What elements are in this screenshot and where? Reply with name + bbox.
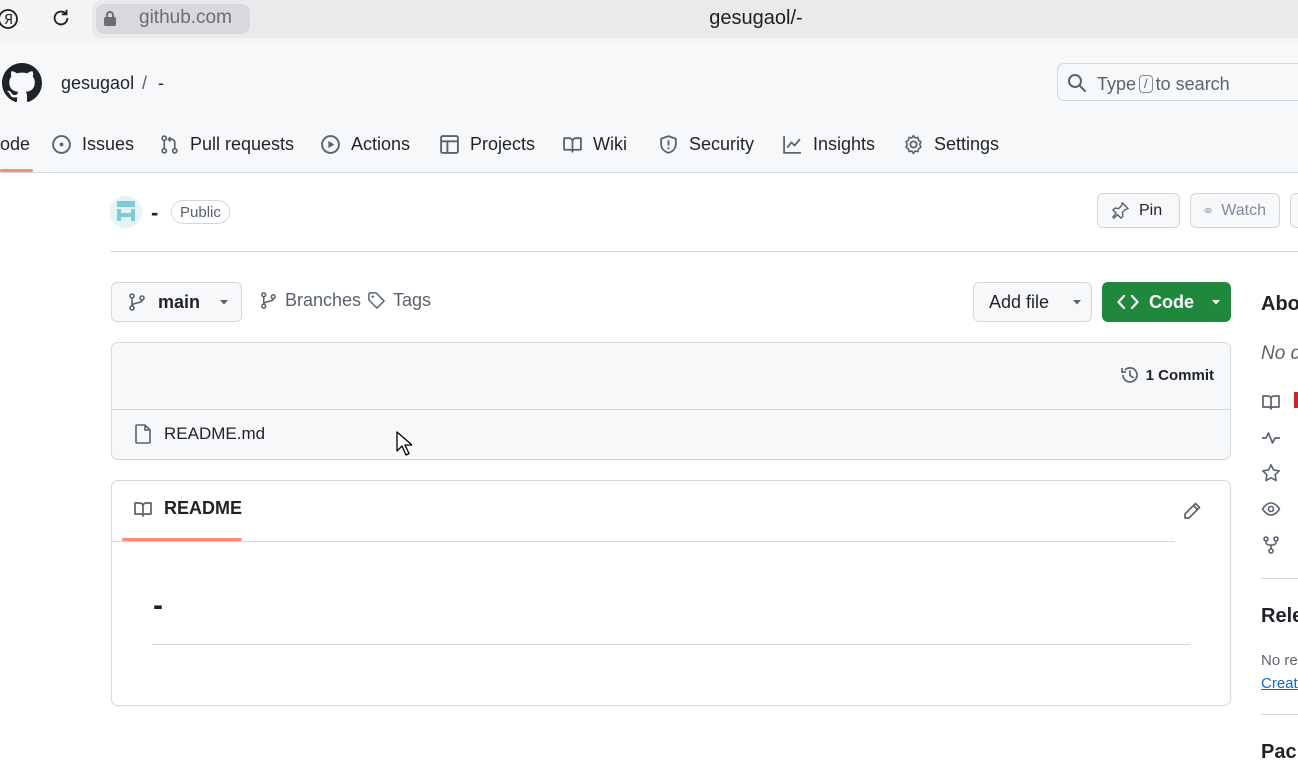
tab-pull-requests[interactable]: Pull requests — [159, 128, 294, 160]
page-title: gesugaol/- — [709, 7, 803, 29]
branches-link[interactable]: Branches — [259, 290, 361, 311]
tab-code[interactable]: ode — [0, 128, 30, 160]
file-table-header: 1 Commit — [112, 343, 1230, 410]
branches-label: Branches — [285, 290, 362, 310]
book-icon — [563, 136, 582, 153]
gear-icon — [905, 134, 922, 154]
tags-label: Tags — [393, 290, 432, 310]
search-placeholder: Type / to search — [1097, 74, 1230, 94]
readme-heading-rule — [152, 644, 1190, 645]
sidebar-divider — [1261, 714, 1298, 715]
eye-icon — [1261, 502, 1281, 516]
tab-settings-label: Settings — [934, 133, 1000, 154]
table-icon — [440, 134, 459, 154]
commits-label: 1 Commit — [1145, 366, 1214, 384]
branch-name: main — [158, 291, 201, 312]
add-file-label: Add file — [989, 291, 1050, 312]
browser-toolbar: Я github.com gesugaol/- — [0, 0, 1298, 45]
tab-pull-requests-label: Pull requests — [190, 133, 295, 154]
pin-label: Pin — [1139, 201, 1163, 219]
tab-settings[interactable]: Settings — [903, 128, 999, 160]
identicon-icon — [110, 196, 142, 228]
history-icon — [1120, 367, 1138, 383]
caret-down-icon — [1212, 300, 1220, 305]
file-icon — [135, 424, 151, 444]
watch-label: Watch — [1221, 201, 1266, 219]
tab-insights[interactable]: Insights — [782, 128, 875, 160]
pencil-icon — [1184, 502, 1201, 519]
github-logo-icon[interactable] — [2, 63, 42, 103]
about-description: No d — [1261, 343, 1298, 364]
pull-request-icon — [161, 134, 178, 154]
tab-wiki[interactable]: Wiki — [562, 128, 627, 160]
branch-selector[interactable]: main — [111, 282, 242, 322]
readme-tab-label: README — [164, 498, 243, 518]
breadcrumb-separator: / — [142, 73, 148, 93]
code-label: Code — [1149, 291, 1194, 312]
readme-link-partial[interactable] — [1294, 392, 1298, 408]
tab-issues[interactable]: Issues — [51, 128, 134, 160]
tab-code-underline — [0, 169, 33, 172]
fork-button-partial[interactable] — [1290, 193, 1298, 228]
releases-text: No re — [1261, 652, 1298, 669]
caret-down-icon — [220, 300, 229, 305]
readme-tab[interactable]: README — [132, 498, 242, 519]
readme-panel: README - — [111, 480, 1231, 706]
about-title: Abo — [1261, 293, 1298, 315]
edit-readme-button[interactable] — [1182, 501, 1202, 521]
table-row[interactable]: README.md — [112, 409, 1230, 459]
search-icon — [1067, 73, 1087, 93]
releases-title: Rele — [1261, 605, 1298, 627]
commits-link[interactable]: 1 Commit — [1120, 365, 1214, 385]
sidebar-divider — [1261, 578, 1298, 579]
code-icon — [1117, 294, 1139, 310]
file-table: 1 Commit README.md — [111, 342, 1231, 460]
tab-issues-label: Issues — [82, 133, 135, 154]
breadcrumb-owner[interactable]: gesugaol — [61, 73, 134, 94]
fork-icon — [1263, 536, 1279, 554]
tab-projects[interactable]: Projects — [439, 128, 535, 160]
create-release-link[interactable]: Create — [1261, 675, 1298, 692]
slash-key: / — [1139, 75, 1153, 93]
repo-name[interactable]: - — [151, 200, 158, 226]
tab-code-label: ode — [0, 133, 31, 154]
tab-actions-label: Actions — [351, 133, 411, 154]
play-icon — [321, 134, 340, 154]
pin-icon — [1112, 202, 1129, 219]
graph-icon — [783, 135, 801, 154]
eye-icon — [1204, 207, 1213, 214]
issue-icon — [52, 134, 71, 154]
readme-heading: - — [153, 589, 163, 622]
tab-actions[interactable]: Actions — [320, 128, 410, 160]
book-icon — [134, 501, 152, 517]
branch-icon — [129, 293, 145, 311]
packages-title: Pack — [1261, 741, 1298, 763]
tab-security[interactable]: Security — [658, 128, 754, 160]
caret-down-icon — [1073, 300, 1082, 305]
file-name[interactable]: README.md — [164, 424, 265, 444]
add-file-button[interactable]: Add file — [973, 282, 1092, 322]
mouse-cursor-icon — [396, 431, 412, 457]
tab-wiki-label: Wiki — [593, 133, 627, 154]
code-button[interactable]: Code — [1102, 282, 1231, 322]
avatar[interactable] — [110, 196, 142, 228]
star-icon — [1262, 464, 1280, 482]
title-divider — [110, 251, 1298, 252]
tab-insights-label: Insights — [813, 133, 876, 154]
branch-icon — [261, 292, 276, 309]
watch-button[interactable]: Watch — [1190, 193, 1280, 228]
pin-button[interactable]: Pin — [1097, 193, 1180, 228]
tab-projects-label: Projects — [470, 133, 536, 154]
breadcrumb-repo[interactable]: - — [158, 73, 164, 94]
visibility-badge: Public — [171, 200, 230, 224]
readme-tab-divider — [112, 541, 1175, 542]
tab-security-label: Security — [689, 133, 755, 154]
tags-link[interactable]: Tags — [367, 290, 431, 311]
tag-icon — [368, 292, 385, 309]
shield-icon — [660, 134, 677, 154]
book-icon — [1262, 395, 1280, 410]
pulse-icon — [1262, 432, 1280, 444]
